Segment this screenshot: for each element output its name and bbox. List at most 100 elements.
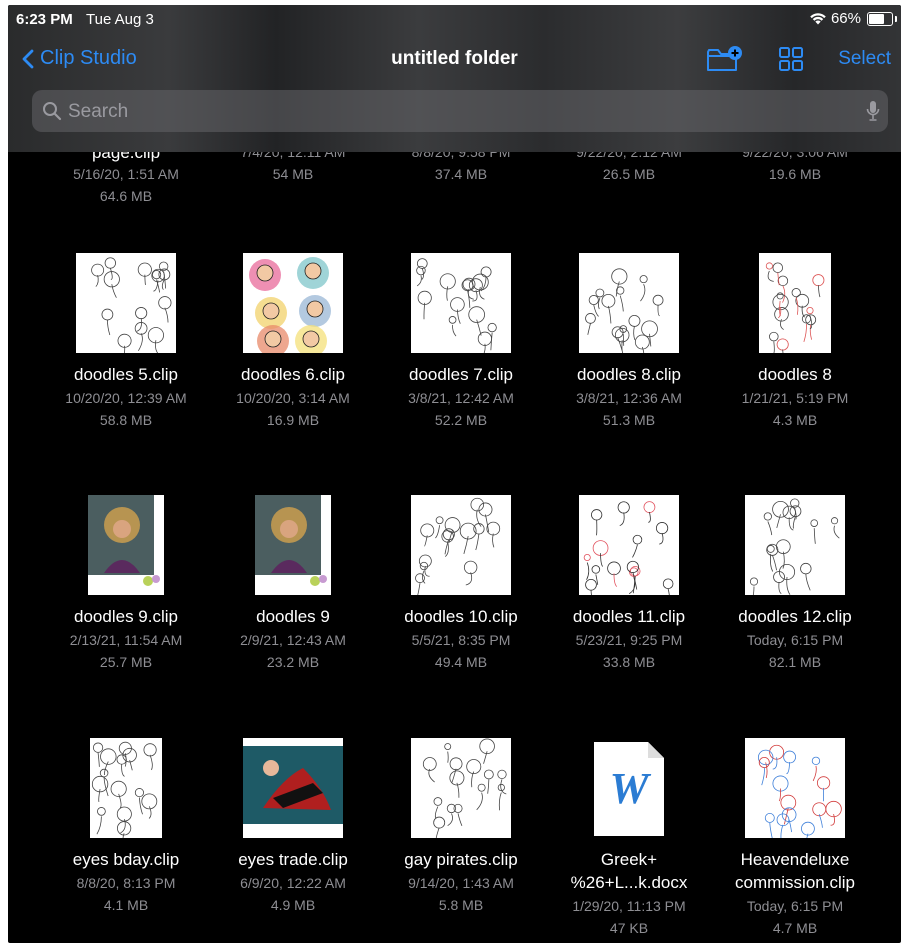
file-size: 5.8 MB [438,897,484,913]
search-bar[interactable] [32,90,888,134]
teal-illustration-thumbnail [243,738,343,838]
file-name: eyes trade.clip [238,850,348,869]
file-item[interactable]: eyes bday.clip 8/8/20, 8:13 PM 4.1 MB [42,738,210,943]
file-size: 47 KB [609,920,649,936]
word-document-icon: W [592,740,666,838]
file-size: 82.1 MB [768,654,822,670]
red-sketch-thumbnail [579,495,679,595]
file-item[interactable]: doodles 10.clip 5/5/21, 8:35 PM 49.4 MB [377,495,545,705]
file-item[interactable]: doodles 11.clip 5/23/21, 9:25 PM 33.8 MB [545,495,713,705]
file-name: doodles 9 [256,607,330,626]
folder-title: untitled folder [391,48,518,69]
file-name: Heavendeluxe commission.clip [735,850,855,892]
file-size: 26.5 MB [602,166,656,182]
file-item[interactable]: Heavendeluxe commission.clip Today, 6:15 … [711,738,879,943]
file-size: 37.4 MB [434,166,488,182]
chevron-left-icon [22,49,34,68]
file-name: Greek+ %26+L...k.docx [570,850,688,892]
file-size: 19.6 MB [768,166,822,182]
sketch-thumbnail [579,253,679,353]
new-folder-icon[interactable] [706,45,744,78]
file-name: doodles 6.clip [241,365,345,384]
status-indicators: 66% [809,10,897,27]
file-item[interactable]: doodles 5.clip 10/20/20, 12:39 AM 58.8 MB [42,253,210,463]
file-size: 33.8 MB [602,654,656,670]
search-icon [43,102,62,121]
battery-icon [867,11,897,26]
file-size: 64.6 MB [99,188,153,204]
microphone-icon[interactable] [866,100,880,122]
file-size: 4.7 MB [772,920,818,936]
file-name: doodles 11.clip [572,607,686,626]
file-item[interactable]: doodles 8 1/21/21, 5:19 PM 4.3 MB [711,253,879,463]
file-date: Today, 6:15 PM [746,898,844,914]
file-date: 5/23/21, 9:25 PM [575,632,683,648]
file-item[interactable]: doodles 12.clip Today, 6:15 PM 82.1 MB [711,495,879,705]
file-size: 4.1 MB [103,897,149,913]
file-size: 58.8 MB [99,412,153,428]
file-size: 52.2 MB [434,412,488,428]
file-name: doodles 12.clip [738,607,852,626]
file-size: 54 MB [272,166,314,182]
navigation-header: 6:23 PM Tue Aug 3 66% Clip Studio untitl… [8,5,901,152]
file-name: doodles 10.clip [404,607,518,626]
file-item[interactable]: doodles 7.clip 3/8/21, 12:42 AM 52.2 MB [377,253,545,463]
grid-view-icon[interactable] [779,47,803,76]
file-size: 49.4 MB [434,654,488,670]
file-item[interactable]: W Greek+ %26+L...k.docx 1/29/20, 11:13 PM 4… [545,738,713,943]
file-size: 16.9 MB [266,412,320,428]
portrait-thumbnail [255,495,331,595]
file-size: 4.3 MB [772,412,818,428]
file-item[interactable]: gay pirates.clip 9/14/20, 1:43 AM 5.8 MB [377,738,545,943]
status-date: Tue Aug 3 [86,11,154,28]
file-size: 23.2 MB [266,654,320,670]
file-date: 6/9/20, 12:22 AM [240,875,346,891]
file-size: 51.3 MB [602,412,656,428]
file-date: 1/29/20, 11:13 PM [572,898,686,914]
sketch-thumbnail [759,253,831,353]
file-size: 25.7 MB [99,654,153,670]
status-time: 6:23 PM [16,11,73,28]
sketch-thumbnail [745,495,845,595]
file-name: doodles 9.clip [74,607,178,626]
file-name: doodles 8.clip [577,365,681,384]
file-name: gay pirates.clip [404,850,518,869]
file-item[interactable]: doodles 6.clip 10/20/20, 3:14 AM 16.9 MB [209,253,377,463]
file-item[interactable]: doodles 9.clip 2/13/21, 11:54 AM 25.7 MB [42,495,210,705]
file-date: 8/8/20, 8:13 PM [76,875,176,891]
file-date: 10/20/20, 3:14 AM [236,390,350,406]
file-date: 9/14/20, 1:43 AM [408,875,514,891]
file-date: 10/20/20, 12:39 AM [65,390,187,406]
battery-percent: 66% [830,10,861,27]
back-button-label: Clip Studio [40,47,137,69]
file-name: doodles 5.clip [74,365,178,384]
file-date: 3/8/21, 12:42 AM [408,390,514,406]
sketch-thumbnail [411,253,511,353]
file-size: 4.9 MB [270,897,316,913]
sketch-thumbnail [411,738,511,838]
file-item[interactable]: doodles 8.clip 3/8/21, 12:36 AM 51.3 MB [545,253,713,463]
file-date: 5/5/21, 8:35 PM [411,632,511,648]
status-bar: 6:23 PM Tue Aug 3 66% [8,5,901,31]
sketch-thumbnail [76,253,176,353]
file-item[interactable]: doodles 9 2/9/21, 12:43 AM 23.2 MB [209,495,377,705]
file-item[interactable]: eyes trade.clip 6/9/20, 12:22 AM 4.9 MB [209,738,377,943]
files-app-screen: page.clip 5/16/20, 1:51 AM 64.6 MB 7/4/20, … [8,5,901,943]
blue-red-sketch-thumbnail [745,738,845,838]
file-date: 2/13/21, 11:54 AM [69,632,183,648]
file-date: 5/16/20, 1:51 AM [73,166,179,182]
svg-text:W: W [609,764,651,813]
search-input[interactable] [66,90,850,134]
color-portraits-thumbnail [243,253,343,353]
portrait-thumbnail [88,495,164,595]
sketch-thumbnail [90,738,162,838]
file-date: 3/8/21, 12:36 AM [576,390,682,406]
file-name: doodles 8 [758,365,832,384]
file-date: 1/21/21, 5:19 PM [741,390,849,406]
back-button[interactable]: Clip Studio [22,47,137,70]
file-name: eyes bday.clip [72,850,180,869]
file-name: doodles 7.clip [409,365,513,384]
select-button[interactable]: Select [838,48,891,70]
wifi-icon [810,13,826,25]
sketch-thumbnail [411,495,511,595]
